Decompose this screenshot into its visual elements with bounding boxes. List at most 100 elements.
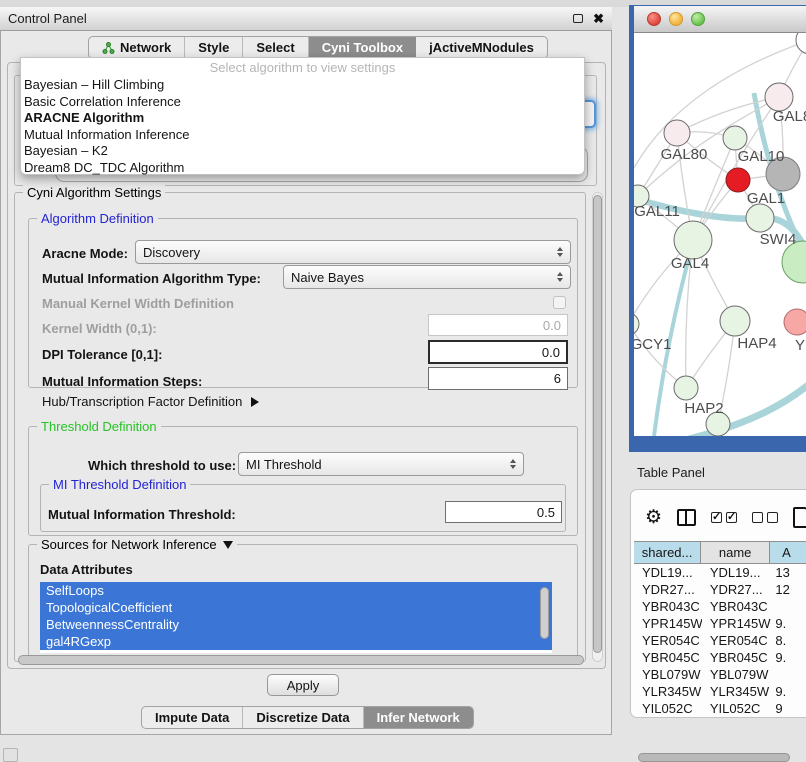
algorithm-dropdown-popup: Select algorithm to view settings Bayesi… xyxy=(20,57,585,175)
algorithm-option[interactable]: Basic Correlation Inference xyxy=(21,94,584,111)
network-node[interactable] xyxy=(674,221,712,259)
data-attributes-label: Data Attributes xyxy=(40,562,133,577)
mi-threshold-definition-legend: MI Threshold Definition xyxy=(49,477,190,492)
network-node[interactable] xyxy=(723,126,747,150)
column-header[interactable]: name xyxy=(701,542,770,563)
aracne-mode-label: Aracne Mode: xyxy=(42,246,128,261)
tab-jactivemnodules[interactable]: jActiveMNodules xyxy=(416,37,547,58)
mac-zoom-button[interactable] xyxy=(691,12,705,26)
aracne-mode-select[interactable]: Discovery xyxy=(135,240,571,264)
tab-network[interactable]: Network xyxy=(89,37,185,58)
settings-vertical-scrollbar[interactable] xyxy=(592,192,603,662)
split-columns-icon[interactable] xyxy=(677,509,696,526)
table-row[interactable]: YDL19...YDL19...13 xyxy=(634,564,806,581)
table-cell: 8. xyxy=(771,632,806,649)
table-cell: 9. xyxy=(771,683,806,700)
algorithm-dropdown-placeholder: Select algorithm to view settings xyxy=(21,58,584,77)
table-row[interactable]: YDR27...YDR27...12 xyxy=(634,581,806,598)
algorithm-option[interactable]: Bayesian – Hill Climbing xyxy=(21,77,584,94)
table-cell: YBR043C xyxy=(634,598,702,615)
attribute-list-item[interactable]: TopologicalCoefficient xyxy=(40,599,552,616)
network-node[interactable] xyxy=(746,204,774,232)
table-header-row: shared...nameA xyxy=(634,541,806,564)
algorithm-option[interactable]: Dream8 DC_TDC Algorithm xyxy=(21,160,584,177)
attribute-list-item[interactable]: SelfLoops xyxy=(40,582,552,599)
float-window-icon[interactable] xyxy=(573,14,583,23)
network-node[interactable] xyxy=(796,33,806,54)
control-panel-tabbar: Network Style Select Cyni Toolbox jActiveMNo… xyxy=(88,36,548,59)
tab-style[interactable]: Style xyxy=(185,37,243,58)
table-row[interactable]: YBR045CYBR045C9. xyxy=(634,649,806,666)
table-cell: YPR145W xyxy=(702,615,772,632)
table-row[interactable]: YPR145WYPR145W9. xyxy=(634,615,806,632)
tab-impute-data[interactable]: Impute Data xyxy=(142,707,243,728)
tab-cyni-toolbox[interactable]: Cyni Toolbox xyxy=(309,37,416,58)
table-row[interactable]: YBL079WYBL079W xyxy=(634,666,806,683)
settings-horizontal-scrollbar[interactable] xyxy=(16,655,588,666)
network-window-titlebar[interactable] xyxy=(634,6,806,33)
manual-kernel-width-checkbox[interactable] xyxy=(553,296,566,309)
network-node-label: GAL1 xyxy=(747,190,785,207)
tab-discretize-data[interactable]: Discretize Data xyxy=(243,707,363,728)
table-cell: YLR345W xyxy=(702,683,772,700)
network-node[interactable] xyxy=(664,120,690,146)
gear-icon[interactable]: ⚙ xyxy=(645,508,662,527)
network-node[interactable] xyxy=(765,83,793,111)
network-node-label: HAP2 xyxy=(684,400,723,417)
table-cell: YBR043C xyxy=(702,598,772,615)
algorithm-option[interactable]: ARACNE Algorithm xyxy=(21,110,584,127)
network-node[interactable] xyxy=(784,309,806,335)
table-row[interactable]: YIL052CYIL052C9 xyxy=(634,700,806,717)
cyni-settings-legend: Cyni Algorithm Settings xyxy=(23,185,165,200)
mac-minimize-button[interactable] xyxy=(669,12,683,26)
apply-button[interactable]: Apply xyxy=(267,674,339,696)
dpi-tolerance-input[interactable]: 0.0 xyxy=(428,340,568,364)
mi-steps-input[interactable]: 6 xyxy=(428,367,568,390)
table-row[interactable]: YLR345WYLR345W9. xyxy=(634,683,806,700)
function-builder-icon[interactable] xyxy=(793,507,806,528)
table-horizontal-scrollbar[interactable] xyxy=(636,753,806,762)
mi-threshold-value: 0.5 xyxy=(537,505,555,520)
panel-corner-button[interactable] xyxy=(3,748,18,762)
kernel-width-input[interactable]: 0.0 xyxy=(428,314,568,336)
network-node[interactable] xyxy=(634,313,639,335)
table-row[interactable]: YER054CYER054C8. xyxy=(634,632,806,649)
tab-infer-network[interactable]: Infer Network xyxy=(364,707,473,728)
table-cell xyxy=(771,666,806,683)
network-node-label: GAL8 xyxy=(773,108,806,125)
attribute-list-item[interactable]: gal4RGexp xyxy=(40,633,552,650)
deselect-all-icon[interactable] xyxy=(752,512,778,523)
which-threshold-select[interactable]: MI Threshold xyxy=(238,452,524,476)
table-row[interactable]: YBR043CYBR043C xyxy=(634,598,806,615)
algorithm-option[interactable]: Mutual Information Inference xyxy=(21,127,584,144)
tab-label: Cyni Toolbox xyxy=(322,40,403,55)
table-cell: 9. xyxy=(771,649,806,666)
network-canvas[interactable]: GAL8GAL80GAL10GAL1GAL11SWI4GAL4GCY1HAP4Y… xyxy=(634,33,806,436)
control-panel-titlebar: Control Panel ✖ xyxy=(0,7,612,31)
mac-close-button[interactable] xyxy=(647,12,661,26)
network-node[interactable] xyxy=(726,168,750,192)
tab-label: Style xyxy=(198,40,229,55)
sources-legend[interactable]: Sources for Network Inference xyxy=(37,537,237,552)
network-node[interactable] xyxy=(674,376,698,400)
table-cell: 12 xyxy=(771,581,806,598)
attribute-list-item[interactable]: BetweennessCentrality xyxy=(40,616,552,633)
hub-definition-expander[interactable]: Hub/Transcription Factor Definition xyxy=(42,394,259,409)
network-node-label: HAP4 xyxy=(737,335,776,352)
column-header[interactable]: A xyxy=(770,542,806,563)
table-cell: YER054C xyxy=(634,632,702,649)
network-node-label: GAL4 xyxy=(671,255,709,272)
which-threshold-label: Which threshold to use: xyxy=(88,458,236,473)
algorithm-option[interactable]: Bayesian – K2 xyxy=(21,143,584,160)
close-icon[interactable]: ✖ xyxy=(593,12,604,25)
table-cell xyxy=(771,598,806,615)
table-cell: YBR045C xyxy=(634,649,702,666)
mi-algorithm-type-select[interactable]: Naive Bayes xyxy=(283,265,571,289)
list-scrollbar-thumb[interactable] xyxy=(540,587,549,639)
column-header[interactable]: shared... xyxy=(634,542,701,563)
select-all-icon[interactable] xyxy=(711,512,737,523)
network-node[interactable] xyxy=(720,306,750,336)
tab-select[interactable]: Select xyxy=(243,37,308,58)
data-attributes-list[interactable]: SelfLoopsTopologicalCoefficientBetweenne… xyxy=(40,582,552,653)
mi-threshold-input[interactable]: 0.5 xyxy=(445,501,562,523)
